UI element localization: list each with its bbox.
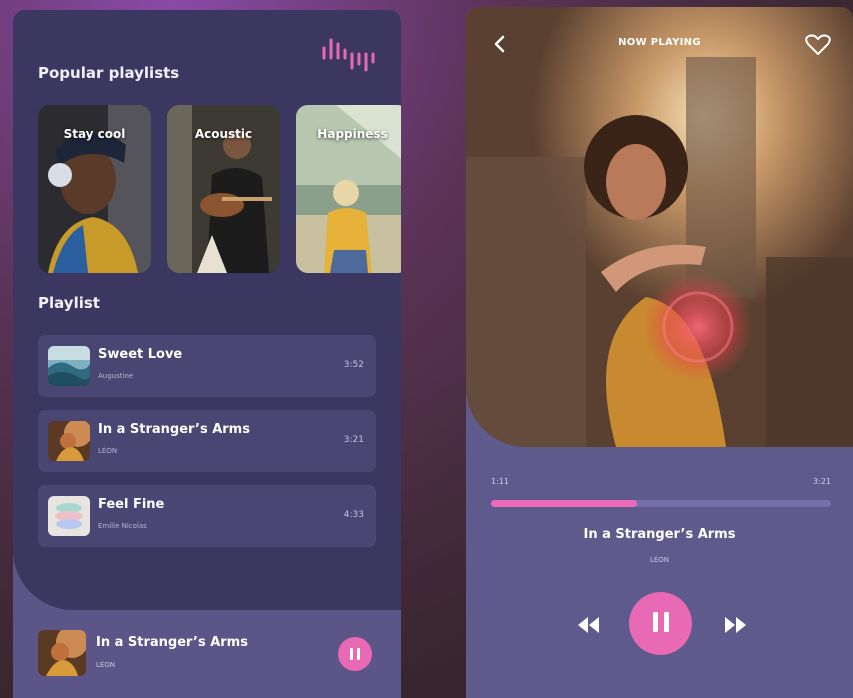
album-art-photo [466, 7, 853, 447]
playlist-screen: Popular playlists Stay cool Acoustic Hap… [13, 10, 401, 698]
mini-player-title: In a Stranger’s Arms [96, 635, 248, 650]
song-duration: 3:21 [343, 435, 364, 445]
playlist-card-acoustic[interactable]: Acoustic [167, 105, 280, 273]
card-label: Happiness [317, 127, 388, 141]
playlist-carousel[interactable]: Stay cool Acoustic Happiness [38, 105, 401, 273]
card-label: Stay cool [63, 127, 126, 141]
pause-icon [348, 645, 362, 664]
girl-sunset-thumb [48, 421, 90, 461]
rewind-icon[interactable] [574, 615, 602, 635]
list-item[interactable]: Feel Fine Emilie Nicolas 4:33 [38, 485, 376, 547]
playlist-card-stay-cool[interactable]: Stay cool [38, 105, 151, 273]
playlist-card-happiness[interactable]: Happiness [296, 105, 401, 273]
list-item[interactable]: In a Stranger’s Arms LÉON 3:21 [38, 410, 376, 472]
song-duration: 4:33 [343, 510, 364, 520]
progress-fill [491, 500, 638, 507]
ocean-wave-thumb [48, 346, 90, 386]
pause-icon [650, 611, 672, 636]
song-duration: 3:52 [343, 360, 364, 370]
song-title: Sweet Love [98, 347, 183, 362]
song-title: In a Stranger’s Arms [98, 422, 250, 437]
card-label: Acoustic [194, 127, 253, 141]
now-playing-screen: NOW PLAYING 1:11 3:21 In a Stranger’s Ar… [466, 7, 853, 698]
song-artist: Emilie Nicolas [98, 522, 147, 530]
track-title: In a Stranger’s Arms [583, 527, 736, 542]
now-playing-title: NOW PLAYING [618, 37, 701, 48]
elapsed-time: 1:11 [491, 477, 509, 486]
mini-player-artist: LÉON [96, 661, 116, 669]
playlist-heading: Playlist [38, 294, 100, 312]
heart-icon[interactable] [804, 33, 832, 57]
mini-pause-button[interactable] [338, 637, 372, 671]
track-artist: LÉON [649, 556, 670, 564]
popular-playlists-heading: Popular playlists [38, 64, 180, 82]
list-item[interactable]: Sweet Love Augustine 3:52 [38, 335, 376, 397]
now-playing-thumb[interactable] [38, 630, 86, 676]
song-artist: Augustine [98, 372, 134, 380]
fast-forward-icon[interactable] [722, 615, 750, 635]
pastel-stack-thumb [48, 496, 90, 536]
app-logo-icon [322, 38, 375, 72]
progress-bar[interactable] [491, 500, 831, 507]
playlist-panel: Popular playlists Stay cool Acoustic Hap… [13, 10, 401, 610]
play-pause-button[interactable] [629, 592, 692, 655]
song-title: Feel Fine [98, 497, 165, 512]
song-artist: LÉON [98, 447, 118, 455]
total-time: 3:21 [813, 477, 831, 486]
